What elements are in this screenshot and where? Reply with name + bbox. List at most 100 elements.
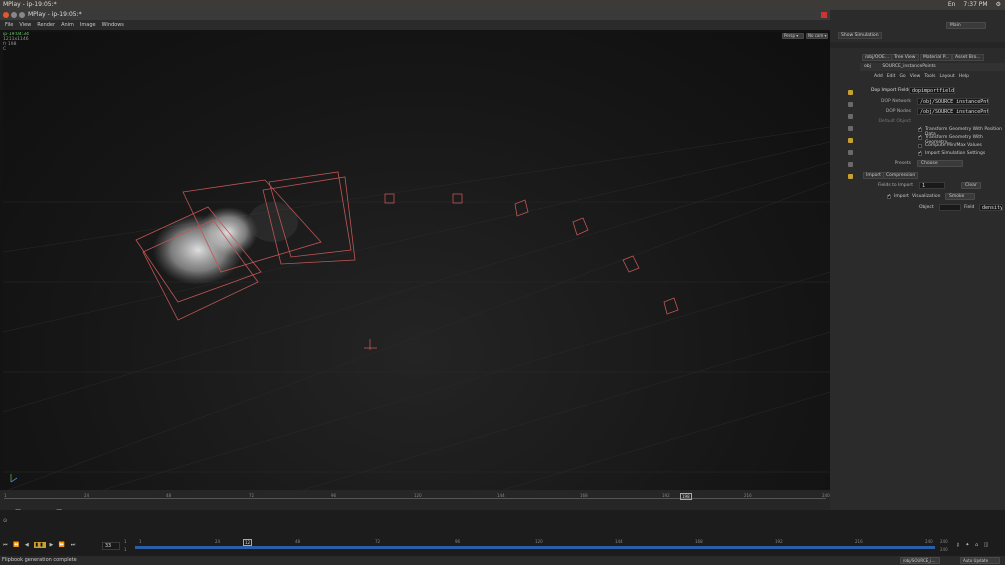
mplay-menubar: File View Render Anim Image Windows bbox=[0, 20, 830, 30]
menu-view[interactable]: View bbox=[910, 74, 921, 79]
import-sim-settings-label: Import Simulation Settings bbox=[925, 151, 986, 156]
camera-persp-button[interactable]: Persp ▾ bbox=[782, 33, 804, 39]
tool-icon[interactable] bbox=[848, 174, 853, 179]
main-tick: 192 bbox=[775, 539, 783, 544]
dop-network-label: DOP Network bbox=[881, 99, 911, 104]
pane-tab-tree-view[interactable]: Tree View bbox=[891, 54, 919, 61]
menu-render[interactable]: Render bbox=[37, 20, 55, 30]
mplay-timeline-ruler[interactable]: 1 24 48 72 96 120 144 168 192 198 216 24… bbox=[4, 493, 830, 500]
object-label: Object bbox=[919, 205, 934, 210]
path-dropdown[interactable]: /obj/SOURCE_i... bbox=[900, 557, 940, 564]
presets-label: Presets bbox=[894, 161, 911, 166]
auto-update-dropdown[interactable]: Auto Update bbox=[960, 557, 1000, 564]
ground-grid bbox=[3, 126, 830, 490]
pane-tab-material[interactable]: Material P... bbox=[920, 54, 953, 61]
language-indicator[interactable]: En bbox=[948, 0, 956, 10]
tool-icon[interactable] bbox=[848, 138, 853, 143]
flipbook-viewport[interactable]: ip-19:04:34 1211x1146 fr 198 C Persp ▾ N… bbox=[3, 32, 830, 490]
import-sim-settings-checkbox[interactable] bbox=[918, 150, 922, 156]
dop-nodes-label: DOP Nodes bbox=[885, 109, 911, 114]
menu-help[interactable]: Help bbox=[959, 74, 969, 79]
shelf-strip bbox=[830, 42, 1005, 48]
clock[interactable]: 7:37 PM bbox=[963, 0, 987, 10]
pane-tab-asset-browser[interactable]: Asset Bro... bbox=[952, 54, 984, 61]
field-name-field[interactable]: density bbox=[979, 204, 1003, 211]
dop-network-field[interactable]: /obj/SOURCE_instancePntr bbox=[917, 98, 989, 105]
tab-import[interactable]: Import bbox=[863, 172, 884, 179]
menu-edit[interactable]: Edit bbox=[887, 74, 896, 79]
tool-icon[interactable] bbox=[848, 90, 853, 95]
scene-render bbox=[3, 126, 830, 490]
houdini-right-panel: Main Show Simulation /obj/OOE... Tree Vi… bbox=[830, 10, 1005, 556]
menu-file[interactable]: File bbox=[5, 20, 13, 30]
menu-layout[interactable]: Layout bbox=[939, 74, 954, 79]
tool-icon[interactable] bbox=[848, 102, 853, 107]
overlay-channel: C bbox=[3, 47, 7, 52]
mplay-current-frame[interactable]: 198 bbox=[680, 493, 692, 500]
mplay-tick: 120 bbox=[414, 493, 422, 498]
fields-to-import-label: Fields to Import bbox=[877, 183, 913, 188]
lock-icon[interactable] bbox=[848, 114, 853, 119]
menu-add[interactable]: Add bbox=[874, 74, 883, 79]
main-transport-controls[interactable]: ⏮ ⏪ ◀ ▮▮ ▶ ⏩ ⏭ bbox=[3, 542, 77, 548]
compute-minmax-label: Compute Min/Max Values bbox=[925, 143, 982, 148]
mplay-tick: 1 bbox=[4, 493, 7, 498]
show-simulation-tab[interactable]: Show Simulation bbox=[838, 32, 882, 39]
pane-tab-network[interactable]: /obj/OOE... bbox=[862, 54, 893, 61]
node-name-field[interactable]: dopimportfield1 bbox=[909, 87, 955, 94]
parameter-editor: Dop Import Fields dopimportfield1 DOP Ne… bbox=[861, 86, 1005, 266]
tool-icon[interactable] bbox=[848, 126, 853, 131]
main-tick: 48 bbox=[295, 539, 301, 544]
main-timeline: ⊙ ⏮ ⏪ ◀ ▮▮ ▶ ⏩ ⏭ 33 1 1 1 12 24 48 72 96… bbox=[0, 510, 1005, 556]
viewport-tools[interactable]: ⊙ bbox=[3, 518, 7, 524]
import-checkbox[interactable] bbox=[887, 193, 891, 199]
presets-dropdown[interactable]: Choose bbox=[917, 160, 963, 167]
menu-anim[interactable]: Anim bbox=[61, 20, 74, 30]
menu-go[interactable]: Go bbox=[899, 74, 905, 79]
clear-button[interactable]: Clear bbox=[961, 182, 981, 189]
main-tick: 240 bbox=[925, 539, 933, 544]
camera-select-button[interactable]: No cam ▾ bbox=[806, 33, 828, 39]
mplay-tick: 24 bbox=[84, 493, 90, 498]
tool-icon[interactable] bbox=[848, 150, 853, 155]
window-close-icon[interactable] bbox=[821, 12, 827, 18]
visualization-dropdown[interactable]: Smoke bbox=[945, 193, 975, 200]
menu-view[interactable]: View bbox=[19, 20, 31, 30]
mplay-tick: 168 bbox=[580, 493, 588, 498]
close-icon[interactable] bbox=[3, 12, 9, 18]
mplay-window: MPlay - ip-19:05:* File View Render Anim… bbox=[0, 10, 830, 520]
main-tick: 144 bbox=[615, 539, 623, 544]
main-start-label-2: 1 bbox=[124, 547, 127, 552]
cache-bar bbox=[135, 546, 935, 549]
dop-nodes-field[interactable]: /obj/SOURCE_instancePntr bbox=[917, 108, 989, 115]
tool-icon[interactable] bbox=[848, 162, 853, 167]
compute-minmax-checkbox[interactable] bbox=[918, 144, 922, 148]
mplay-tick: 216 bbox=[744, 493, 752, 498]
main-frame-field[interactable]: 33 bbox=[102, 542, 120, 550]
main-end-label: 240 bbox=[940, 539, 948, 544]
path-bar[interactable]: obj SOURCE_instancePoints bbox=[860, 63, 1005, 71]
desktop-select[interactable]: Main bbox=[946, 22, 986, 29]
maximize-icon[interactable] bbox=[19, 12, 25, 18]
main-start-label: 1 bbox=[124, 539, 127, 544]
menu-tools[interactable]: Tools bbox=[924, 74, 935, 79]
menu-windows[interactable]: Windows bbox=[102, 20, 124, 30]
main-current-frame[interactable]: 12 bbox=[243, 539, 253, 546]
tab-compression[interactable]: Compression bbox=[883, 172, 919, 179]
main-tick: 24 bbox=[215, 539, 221, 544]
object-field[interactable] bbox=[939, 204, 961, 211]
frame-overlay: ip-19:04:34 1211x1146 fr 198 C bbox=[3, 32, 29, 52]
path-context[interactable]: obj bbox=[864, 64, 871, 69]
main-timeline-ruler[interactable]: 1 12 24 48 72 96 120 144 168 192 216 240 bbox=[135, 539, 935, 553]
minimize-icon[interactable] bbox=[11, 12, 17, 18]
menu-image[interactable]: Image bbox=[80, 20, 96, 30]
fields-to-import-field[interactable]: 1 bbox=[919, 182, 945, 189]
settings-gear-icon[interactable]: ⚙ bbox=[996, 0, 1001, 10]
transform-position-checkbox[interactable] bbox=[918, 126, 922, 132]
keyframe-tools[interactable]: ⚷ ✦ ⌂ ◫ bbox=[956, 542, 991, 548]
default-object-label: Default Object bbox=[878, 119, 911, 124]
path-node[interactable]: SOURCE_instancePoints bbox=[882, 64, 935, 69]
main-tick: 216 bbox=[855, 539, 863, 544]
main-tick: 1 bbox=[139, 539, 142, 544]
transform-geometry-checkbox[interactable] bbox=[918, 134, 922, 140]
